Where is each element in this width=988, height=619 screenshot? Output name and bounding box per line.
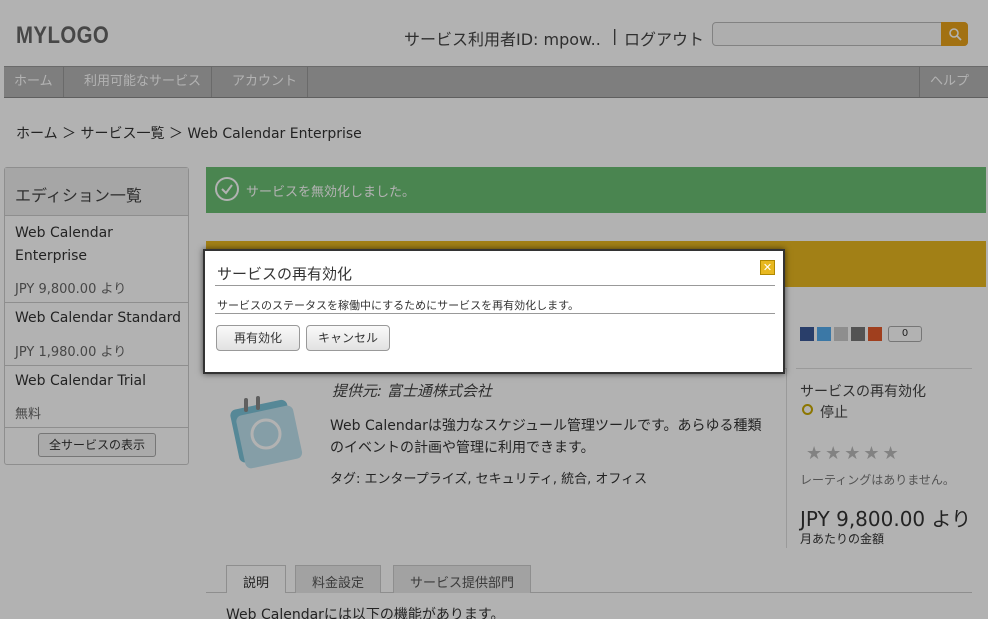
divider — [215, 313, 775, 314]
reactivate-dialog: サービスの再有効化 ✕ サービスのステータスを稼働中にするためにサービスを再有効… — [203, 249, 785, 374]
divider — [215, 285, 775, 286]
dialog-message: サービスのステータスを稼働中にするためにサービスを再有効化します。 — [217, 299, 580, 312]
close-icon[interactable]: ✕ — [760, 260, 775, 275]
dialog-title: サービスの再有効化 — [217, 265, 353, 283]
reactivate-button[interactable]: 再有効化 — [216, 325, 300, 351]
cancel-button[interactable]: キャンセル — [306, 325, 390, 351]
